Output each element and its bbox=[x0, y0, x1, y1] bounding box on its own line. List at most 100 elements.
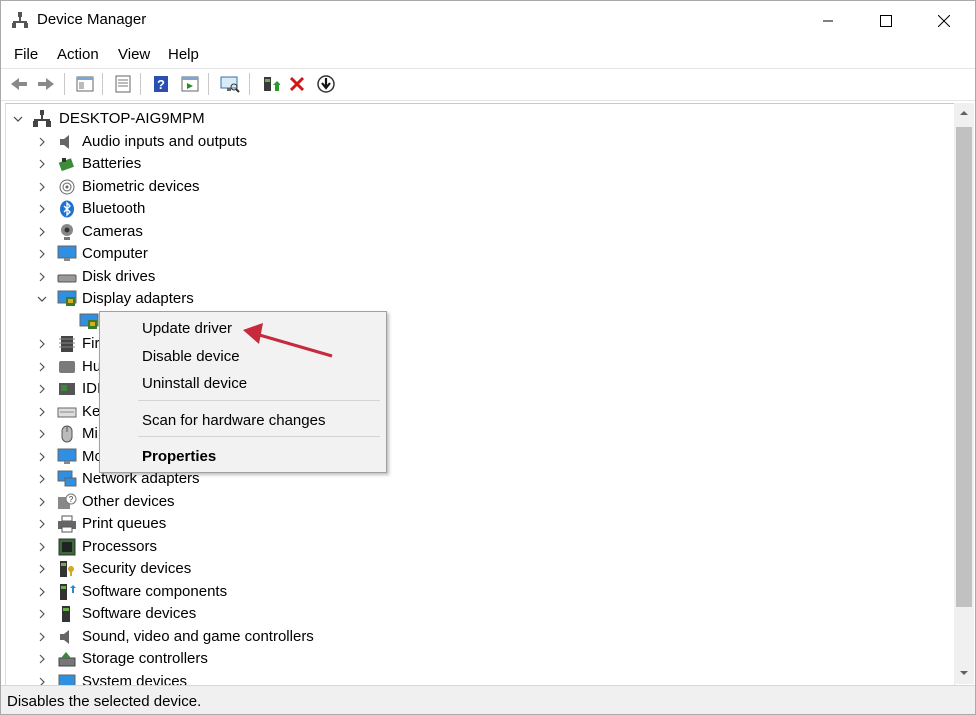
help-button[interactable]: ? bbox=[149, 73, 173, 95]
back-button[interactable] bbox=[7, 73, 31, 95]
tree-item-label: Software devices bbox=[82, 605, 197, 622]
tree-item-software-components[interactable]: Software components bbox=[6, 581, 946, 603]
menu-view[interactable]: View bbox=[118, 46, 150, 63]
tree-item-print-queues[interactable]: Print queues bbox=[6, 513, 946, 535]
disable-button[interactable] bbox=[314, 73, 338, 95]
menu-scan-hardware[interactable]: Scan for hardware changes bbox=[142, 412, 325, 429]
tree-item-computer[interactable]: Computer bbox=[6, 243, 946, 265]
maximize-icon bbox=[880, 15, 892, 27]
tree-item-other-devices[interactable]: ? Other devices bbox=[6, 491, 946, 513]
tree-item-bluetooth[interactable]: Bluetooth bbox=[6, 198, 946, 220]
scroll-down-icon[interactable] bbox=[959, 669, 969, 677]
chevron-right-icon[interactable] bbox=[36, 337, 48, 351]
tree-item-label: Cameras bbox=[82, 223, 143, 240]
chevron-right-icon[interactable] bbox=[36, 270, 48, 284]
chevron-right-icon[interactable] bbox=[36, 652, 48, 666]
chevron-right-icon[interactable] bbox=[36, 540, 48, 554]
action-button[interactable] bbox=[178, 73, 202, 95]
printer-icon bbox=[58, 515, 76, 533]
network-adapter-icon bbox=[57, 470, 77, 487]
tree-item-label: Mi bbox=[82, 425, 98, 442]
menu-disable-device[interactable]: Disable device bbox=[142, 348, 240, 365]
properties-button[interactable] bbox=[73, 73, 97, 95]
chevron-down-icon[interactable] bbox=[12, 112, 24, 126]
chevron-right-icon[interactable] bbox=[36, 562, 48, 576]
disk-drive-icon bbox=[57, 274, 77, 283]
chevron-right-icon[interactable] bbox=[36, 495, 48, 509]
processor-icon bbox=[58, 538, 76, 556]
minimize-icon bbox=[823, 20, 833, 22]
vertical-scrollbar[interactable] bbox=[954, 103, 974, 684]
chevron-right-icon[interactable] bbox=[36, 585, 48, 599]
tree-item-sound[interactable]: Sound, video and game controllers bbox=[6, 626, 946, 648]
monitor-icon bbox=[57, 448, 77, 464]
security-device-icon bbox=[60, 561, 74, 577]
scan-hardware-button[interactable] bbox=[218, 73, 242, 95]
tree-item-security-devices[interactable]: Security devices bbox=[6, 558, 946, 580]
menu-update-driver[interactable]: Update driver bbox=[142, 320, 232, 337]
uninstall-button[interactable] bbox=[285, 73, 309, 95]
action-icon bbox=[181, 76, 199, 92]
chevron-right-icon[interactable] bbox=[36, 135, 48, 149]
chevron-right-icon[interactable] bbox=[36, 382, 48, 396]
chevron-right-icon[interactable] bbox=[36, 607, 48, 621]
chevron-right-icon[interactable] bbox=[36, 427, 48, 441]
title-bar: Device Manager bbox=[1, 1, 975, 41]
chevron-right-icon[interactable] bbox=[36, 472, 48, 486]
scroll-up-icon[interactable] bbox=[959, 109, 969, 117]
menu-help[interactable]: Help bbox=[168, 46, 199, 63]
tree-item-label: Sound, video and game controllers bbox=[82, 628, 314, 645]
svg-text:?: ? bbox=[157, 77, 165, 92]
menu-uninstall-device[interactable]: Uninstall device bbox=[142, 375, 247, 392]
tree-item-label: Print queues bbox=[82, 515, 167, 532]
unknown-device-icon: ? bbox=[58, 493, 77, 509]
chevron-down-icon[interactable] bbox=[36, 292, 48, 306]
list-button[interactable] bbox=[111, 73, 135, 95]
tree-item-label: Storage controllers bbox=[82, 650, 208, 667]
webcam-icon bbox=[61, 224, 73, 240]
tree-item-processors[interactable]: Processors bbox=[6, 536, 946, 558]
chevron-right-icon[interactable] bbox=[36, 180, 48, 194]
menu-action[interactable]: Action bbox=[57, 46, 99, 63]
root-label: DESKTOP-AIG9MPM bbox=[59, 110, 205, 127]
speaker-icon bbox=[60, 630, 69, 644]
menu-file[interactable]: File bbox=[14, 46, 38, 63]
tree-item-disk-drives[interactable]: Disk drives bbox=[6, 266, 946, 288]
forward-button[interactable] bbox=[34, 73, 58, 95]
update-driver-icon bbox=[264, 77, 280, 91]
firmware-chip-icon bbox=[59, 336, 75, 352]
toolbar: ? bbox=[1, 68, 975, 101]
tree-item-label: Disk drives bbox=[82, 268, 156, 285]
chevron-right-icon[interactable] bbox=[36, 225, 48, 239]
tree-item-cameras[interactable]: Cameras bbox=[6, 221, 946, 243]
update-driver-button[interactable] bbox=[258, 73, 282, 95]
device-manager-window: Device Manager File Action View Help ? D… bbox=[0, 0, 976, 715]
minimize-button[interactable] bbox=[799, 1, 857, 41]
scrollbar-thumb[interactable] bbox=[956, 127, 972, 607]
menu-properties[interactable]: Properties bbox=[142, 448, 216, 465]
chevron-right-icon[interactable] bbox=[36, 157, 48, 171]
tree-root[interactable]: DESKTOP-AIG9MPM bbox=[6, 108, 946, 130]
chevron-right-icon[interactable] bbox=[36, 360, 48, 374]
tree-item-batteries[interactable]: Batteries bbox=[6, 153, 946, 175]
chevron-right-icon[interactable] bbox=[36, 517, 48, 531]
tree-item-system-devices[interactable]: System devices bbox=[6, 671, 946, 685]
chevron-right-icon[interactable] bbox=[36, 405, 48, 419]
tree-item-display-adapters[interactable]: Display adapters bbox=[6, 288, 946, 310]
tree-item-audio[interactable]: Audio inputs and outputs bbox=[6, 131, 946, 153]
tree-item-storage-controllers[interactable]: Storage controllers bbox=[6, 648, 946, 670]
bluetooth-icon bbox=[60, 200, 74, 218]
maximize-button[interactable] bbox=[857, 1, 915, 41]
tree-item-software-devices[interactable]: Software devices bbox=[6, 603, 946, 625]
chevron-right-icon[interactable] bbox=[36, 450, 48, 464]
chevron-right-icon[interactable] bbox=[36, 247, 48, 261]
tree-item-biometric[interactable]: Biometric devices bbox=[6, 176, 946, 198]
chevron-right-icon[interactable] bbox=[36, 630, 48, 644]
help-icon: ? bbox=[154, 76, 168, 92]
computer-tree-icon bbox=[33, 110, 51, 127]
menu-separator bbox=[138, 400, 380, 401]
toolbar-separator bbox=[140, 73, 141, 95]
chevron-right-icon[interactable] bbox=[36, 202, 48, 216]
close-button[interactable] bbox=[915, 1, 973, 41]
hid-icon bbox=[59, 361, 75, 373]
